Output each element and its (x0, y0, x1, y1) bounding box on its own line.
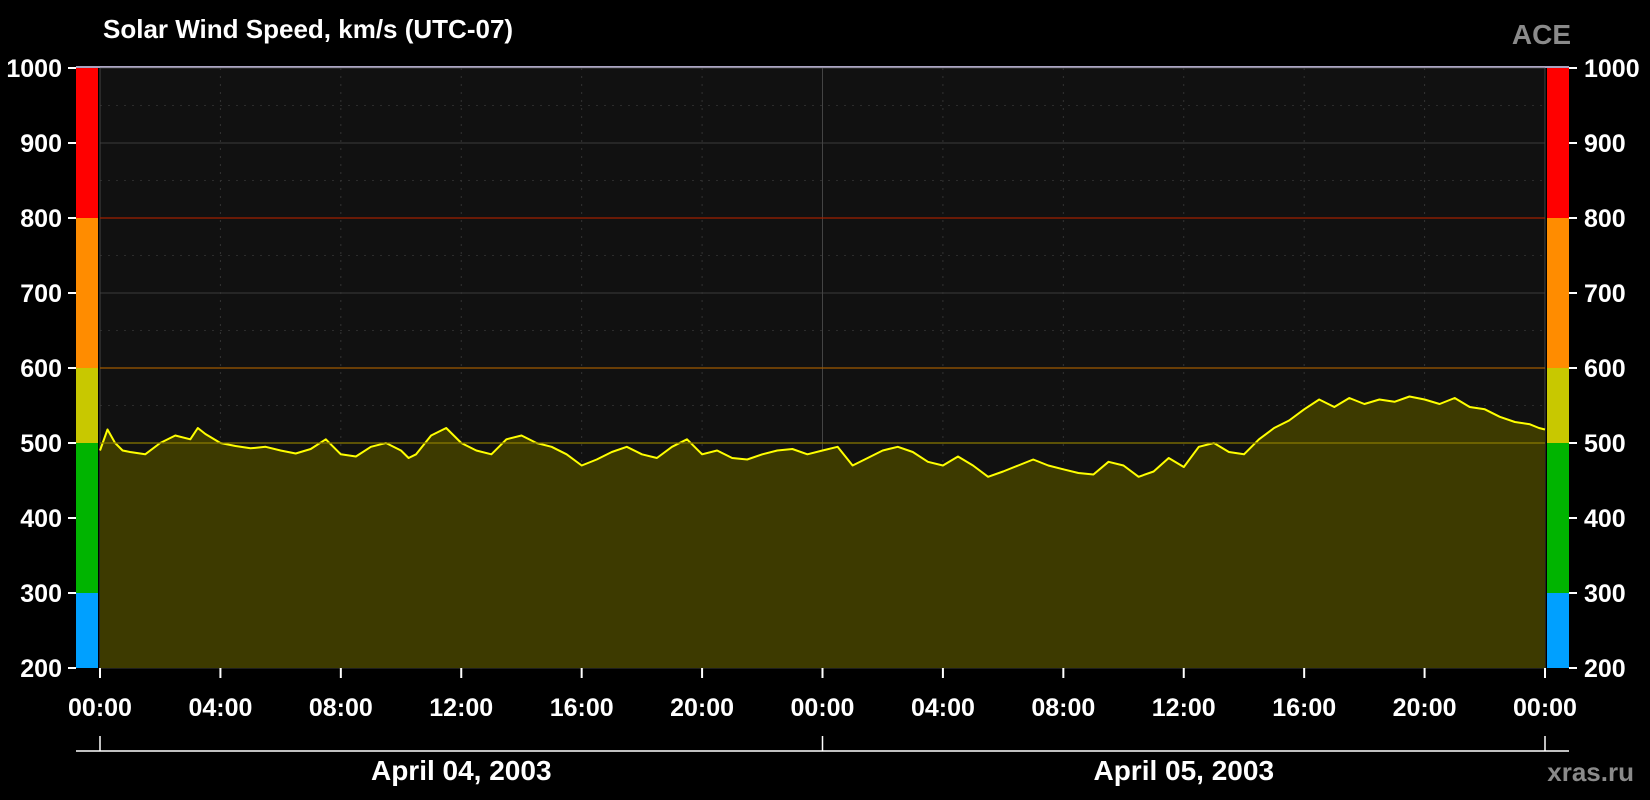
x-tick-label: 04:00 (911, 694, 975, 722)
y-tick-label-right: 800 (1584, 205, 1626, 233)
y-tick-label-right: 1000 (1584, 55, 1640, 83)
x-tick-label: 00:00 (791, 694, 855, 722)
y-tick-label-right: 400 (1584, 505, 1626, 533)
source-label: ACE (1512, 19, 1571, 50)
zone-left-3 (76, 218, 98, 368)
zone-left-1 (76, 443, 98, 593)
zone-left-0 (76, 593, 98, 668)
date-label: April 05, 2003 (1093, 755, 1274, 786)
x-tick-label: 16:00 (1272, 694, 1336, 722)
zone-left-2 (76, 368, 98, 443)
x-tick-label: 08:00 (309, 694, 373, 722)
x-tick-label: 00:00 (68, 694, 132, 722)
y-tick-label-left: 500 (20, 430, 62, 458)
y-tick-label-right: 900 (1584, 130, 1626, 158)
y-tick-label-right: 200 (1584, 655, 1626, 683)
chart-title: Solar Wind Speed, km/s (UTC-07) (103, 14, 513, 44)
y-tick-label-left: 600 (20, 355, 62, 383)
y-tick-label-left: 700 (20, 280, 62, 308)
zone-right-1 (1547, 443, 1569, 593)
y-tick-label-left: 1000 (6, 55, 62, 83)
y-tick-label-right: 500 (1584, 430, 1626, 458)
zone-right-0 (1547, 593, 1569, 668)
zone-right-4 (1547, 68, 1569, 218)
x-tick-label: 16:00 (550, 694, 614, 722)
y-tick-label-left: 200 (20, 655, 62, 683)
y-tick-label-left: 400 (20, 505, 62, 533)
date-label: April 04, 2003 (371, 755, 552, 786)
x-tick-label: 20:00 (670, 694, 734, 722)
zone-left-4 (76, 68, 98, 218)
y-tick-label-right: 300 (1584, 580, 1626, 608)
y-tick-label-right: 600 (1584, 355, 1626, 383)
zone-right-2 (1547, 368, 1569, 443)
solar-wind-chart: 200 200 300 300 400 400 500 500 600 600 700 700 800 8… (0, 0, 1650, 800)
y-tick-label-right: 700 (1584, 280, 1626, 308)
x-tick-label: 12:00 (429, 694, 493, 722)
y-tick-label-left: 900 (20, 130, 62, 158)
y-tick-label-left: 300 (20, 580, 62, 608)
x-tick-label: 04:00 (188, 694, 252, 722)
x-tick-label: 08:00 (1031, 694, 1095, 722)
x-tick-label: 00:00 (1513, 694, 1577, 722)
x-tick-label: 12:00 (1152, 694, 1216, 722)
x-tick-label: 20:00 (1393, 694, 1457, 722)
watermark: xras.ru (1547, 757, 1634, 787)
zone-right-3 (1547, 218, 1569, 368)
y-tick-label-left: 800 (20, 205, 62, 233)
